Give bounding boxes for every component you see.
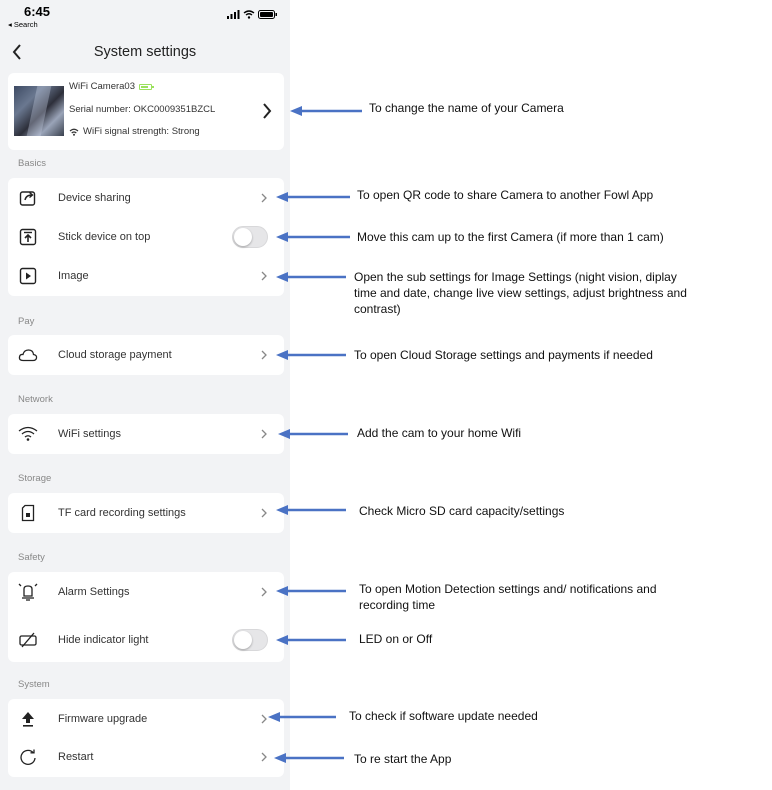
- wifi-status-icon: [243, 10, 255, 19]
- annotation-arrow-alarm: [276, 586, 346, 596]
- hide-indicator-label: Hide indicator light: [58, 634, 149, 646]
- annotation-led: LED on or Off: [359, 632, 433, 646]
- annotation-image: Open the sub settings for Image Settings…: [354, 270, 687, 316]
- hide-indicator-row: Hide indicator light: [8, 621, 284, 659]
- annotation-stick: Move this cam up to the first Camera (if…: [357, 230, 664, 244]
- stick-on-top-label: Stick device on top: [58, 231, 151, 243]
- serial-number: Serial number: OKC0009351BZCL: [69, 104, 216, 115]
- status-time: 6:45: [24, 4, 51, 19]
- safety-card: Alarm Settings Hide indicator light: [8, 572, 284, 662]
- sd-card-icon: [18, 503, 38, 523]
- storage-card: TF card recording settings: [8, 493, 284, 533]
- annotation-arrow-sharing: [276, 192, 350, 202]
- stick-on-top-row: Stick device on top: [8, 218, 284, 256]
- cellular-signal-icon: [227, 10, 240, 19]
- image-label: Image: [58, 270, 89, 282]
- navigation-bar: System settings: [0, 36, 290, 70]
- chevron-right-icon: [260, 507, 268, 519]
- tf-card-row[interactable]: TF card recording settings: [8, 494, 284, 532]
- chevron-right-icon: [260, 428, 268, 440]
- restart-icon: [18, 747, 38, 767]
- hide-indicator-toggle[interactable]: [232, 629, 268, 651]
- annotation-restart: To re start the App: [354, 752, 452, 766]
- annotation-arrow-rename: [290, 106, 362, 116]
- section-label-storage: Storage: [18, 473, 52, 484]
- system-icons: [227, 10, 278, 19]
- device-sharing-row[interactable]: Device sharing: [8, 179, 284, 217]
- section-label-network: Network: [18, 394, 53, 405]
- annotation-sharing: To open QR code to share Camera to anoth…: [357, 188, 654, 202]
- wifi-icon: [69, 128, 79, 136]
- device-info-card[interactable]: WiFi Camera03 Serial number: OKC0009351B…: [8, 73, 284, 150]
- page-title: System settings: [93, 44, 197, 60]
- annotation-arrow-wifi: [278, 429, 348, 439]
- annotation-cloud: To open Cloud Storage settings and payme…: [354, 348, 653, 362]
- annotation-sd: Check Micro SD card capacity/settings: [359, 504, 565, 518]
- chevron-right-icon: [260, 586, 268, 598]
- status-bar: 6:45 ◂ Search: [0, 0, 290, 32]
- pay-card: Cloud storage payment: [8, 335, 284, 375]
- cloud-storage-row[interactable]: Cloud storage payment: [8, 336, 284, 374]
- restart-label: Restart: [58, 751, 94, 763]
- chevron-right-icon: [260, 349, 268, 361]
- wifi-strength-row: WiFi signal strength: Strong: [69, 126, 200, 137]
- cloud-icon: [18, 345, 38, 365]
- camera-battery-icon: [139, 83, 154, 90]
- upgrade-icon: [18, 709, 38, 729]
- section-label-basics: Basics: [18, 158, 46, 169]
- annotation-arrow-image: [276, 272, 346, 282]
- share-icon: [18, 188, 38, 208]
- chevron-right-icon: [260, 751, 268, 763]
- indicator-off-icon: [18, 630, 38, 650]
- annotation-arrow-restart: [274, 753, 344, 763]
- battery-status-icon: [258, 10, 277, 19]
- firmware-upgrade-row[interactable]: Firmware upgrade: [8, 700, 284, 738]
- section-label-system: System: [18, 679, 50, 690]
- chevron-right-icon: [260, 270, 268, 282]
- annotation-rename: To change the name of your Camera: [369, 101, 564, 115]
- wifi-settings-label: WiFi settings: [58, 428, 121, 440]
- image-row[interactable]: Image: [8, 257, 284, 295]
- wifi-strength-text: WiFi signal strength: Strong: [83, 126, 200, 137]
- phone-screen: 6:45 ◂ Search System settings WiFi Camer…: [0, 0, 290, 790]
- restart-row[interactable]: Restart: [8, 738, 284, 776]
- annotation-wifi: Add the cam to your home Wifi: [357, 426, 522, 440]
- pin-to-top-icon: [18, 227, 38, 247]
- camera-thumbnail: [14, 86, 64, 136]
- wifi-icon: [18, 424, 38, 444]
- alarm-settings-label: Alarm Settings: [58, 586, 130, 598]
- annotation-arrow-sd: [276, 505, 346, 515]
- tf-card-label: TF card recording settings: [58, 507, 186, 519]
- annotation-firmware: To check if software update needed: [349, 709, 538, 723]
- alarm-settings-row[interactable]: Alarm Settings: [8, 573, 284, 611]
- annotation-arrow-cloud: [276, 350, 346, 360]
- cloud-storage-label: Cloud storage payment: [58, 349, 172, 361]
- play-icon: [18, 266, 38, 286]
- annotation-arrow-stick: [276, 232, 350, 242]
- alarm-icon: [18, 582, 38, 602]
- system-card: Firmware upgrade Restart: [8, 699, 284, 777]
- annotation-alarm: To open Motion Detection settings and/ n…: [359, 582, 657, 612]
- basics-card: Device sharing Stick device on top Image: [8, 178, 284, 296]
- chevron-right-icon: [260, 713, 268, 725]
- back-to-app-link[interactable]: ◂ Search: [8, 20, 38, 29]
- firmware-upgrade-label: Firmware upgrade: [58, 713, 148, 725]
- camera-name: WiFi Camera03: [69, 81, 135, 92]
- camera-name-row: WiFi Camera03: [69, 81, 154, 92]
- chevron-right-icon: [260, 192, 268, 204]
- section-label-pay: Pay: [18, 316, 35, 327]
- chevron-right-icon[interactable]: [262, 103, 272, 119]
- stick-on-top-toggle[interactable]: [232, 226, 268, 248]
- section-label-safety: Safety: [18, 552, 45, 563]
- wifi-settings-row[interactable]: WiFi settings: [8, 415, 284, 453]
- annotation-arrow-led: [276, 635, 346, 645]
- annotation-arrow-firmware: [268, 712, 336, 722]
- network-card: WiFi settings: [8, 414, 284, 454]
- device-sharing-label: Device sharing: [58, 192, 131, 204]
